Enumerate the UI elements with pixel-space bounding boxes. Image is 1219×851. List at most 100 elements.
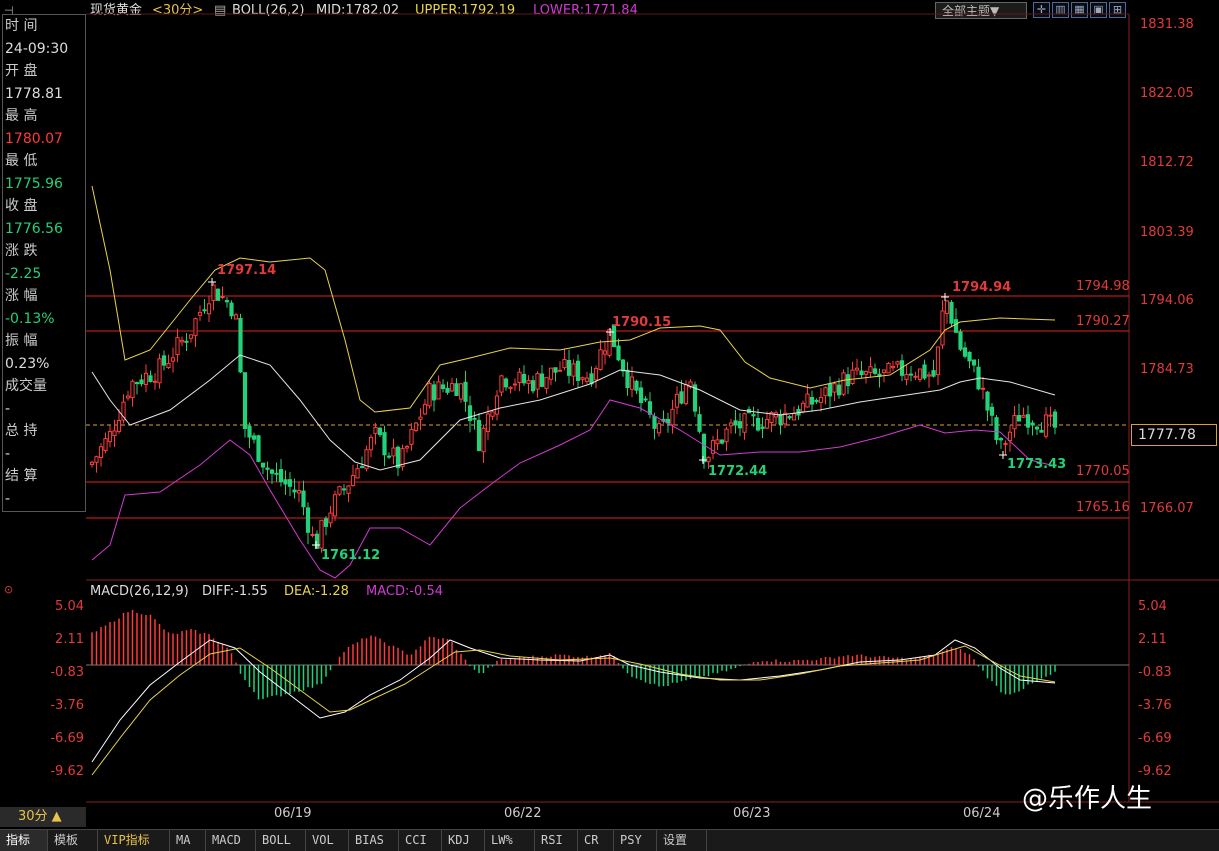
candle-body — [958, 331, 963, 350]
candle-body — [913, 375, 918, 378]
candle-body — [742, 413, 747, 433]
candle-body — [886, 362, 891, 374]
candle-body — [724, 428, 729, 443]
tab-vol[interactable]: VOL — [306, 830, 349, 851]
candle-body — [467, 405, 473, 422]
candle-body — [296, 490, 302, 494]
candle-body — [508, 386, 513, 389]
tab-boll[interactable]: BOLL — [256, 830, 306, 851]
candle-body — [571, 363, 576, 377]
candle-body — [805, 393, 810, 408]
candle-body — [832, 383, 837, 393]
kline-chart[interactable] — [0, 0, 1219, 850]
macd-tick: 2.11 — [1138, 632, 1167, 647]
tab-bias[interactable]: BIAS — [349, 830, 399, 851]
candle-body — [188, 334, 194, 339]
candle-body — [980, 387, 986, 390]
candle-body — [827, 383, 833, 397]
candle-body — [697, 414, 702, 432]
candle-body — [674, 393, 680, 408]
candle-body — [634, 380, 639, 391]
candle-body — [629, 376, 635, 390]
candle-body — [476, 419, 482, 452]
candle-body — [472, 417, 477, 420]
candle-body — [854, 367, 860, 371]
candle-body — [778, 414, 783, 425]
candle-body — [962, 347, 968, 357]
tab-indicators[interactable]: 指标 — [0, 830, 48, 851]
price-tick: 1831.38 — [1140, 17, 1194, 32]
tab-macd[interactable]: MACD — [206, 830, 256, 851]
macd-tick: -0.83 — [50, 665, 84, 680]
macd-tick: -3.76 — [1138, 698, 1172, 713]
candle-body — [184, 340, 189, 343]
period-selector[interactable]: 30分 ▲ — [0, 807, 86, 827]
tab-kdj[interactable]: KDJ — [442, 830, 485, 851]
candle-body — [499, 375, 504, 393]
candle-body — [1039, 429, 1044, 433]
quote-info-panel: 时 间 24-09:30 开 盘 1778.81 最 高 1780.07 最 低… — [2, 14, 86, 512]
candle-body — [517, 371, 522, 383]
indicator-tab-bar: 指标 模板 VIP指标 MA MACD BOLL VOL BIAS CCI KD… — [0, 829, 1219, 851]
price-tick: 1766.07 — [1140, 501, 1194, 516]
candle-body — [116, 419, 122, 432]
price-tick: 1794.06 — [1140, 293, 1194, 308]
peak-annotation: 1794.94 — [952, 280, 1012, 295]
candle-body — [530, 380, 536, 392]
change-value: -2.25 — [5, 265, 42, 282]
candle-body — [233, 314, 239, 320]
macd-title: MACD(26,12,9) — [90, 584, 189, 599]
candle-body — [737, 421, 743, 429]
price-tick: 1812.72 — [1140, 155, 1194, 170]
candle-body — [395, 446, 401, 469]
candle-body — [953, 319, 959, 333]
tab-cr[interactable]: CR — [578, 830, 614, 851]
candle-body — [346, 485, 351, 494]
macd-tick: -9.62 — [50, 764, 84, 779]
change-pct-label: 涨 幅 — [5, 288, 38, 304]
open-label: 开 盘 — [5, 63, 38, 79]
watermark: @乐作人生 — [1022, 784, 1153, 814]
candle-body — [265, 467, 270, 470]
tab-psy[interactable]: PSY — [614, 830, 657, 851]
candle-body — [989, 406, 995, 416]
candle-body — [152, 380, 158, 383]
candle-body — [836, 384, 842, 396]
candle-body — [305, 507, 311, 533]
candle-body — [89, 461, 95, 466]
candle-body — [220, 296, 225, 299]
tab-ma[interactable]: MA — [170, 830, 206, 851]
candle-body — [706, 456, 711, 463]
trough-annotation: 1761.12 — [321, 548, 381, 563]
tab-templates[interactable]: 模板 — [48, 830, 98, 851]
candle-body — [130, 380, 135, 399]
tab-rsi[interactable]: RSI — [535, 830, 578, 851]
macd-settings-icon[interactable]: ⊙ — [4, 583, 13, 596]
candle-body — [863, 371, 869, 375]
settle-value: - — [5, 490, 11, 507]
candle-body — [940, 310, 945, 346]
high-label: 最 高 — [5, 108, 38, 124]
candle-body — [985, 391, 990, 411]
tab-vip-indicators[interactable]: VIP指标 — [98, 830, 170, 851]
tab-settings[interactable]: 设置 — [657, 830, 707, 851]
candle-body — [625, 369, 630, 389]
candle-body — [193, 318, 198, 336]
candle-body — [679, 391, 684, 404]
candle-body — [814, 399, 819, 403]
boll-lower-line — [91, 399, 1056, 579]
candle-body — [616, 345, 621, 361]
macd-diff: DIFF:-1.55 — [202, 584, 268, 599]
candle-body — [454, 383, 459, 397]
candle-body — [643, 398, 648, 401]
tab-cci[interactable]: CCI — [399, 830, 442, 851]
macd-value: MACD:-0.54 — [366, 584, 443, 599]
tab-lw[interactable]: LW% — [485, 830, 535, 851]
high-value: 1780.07 — [5, 130, 63, 147]
macd-tick: -6.69 — [50, 731, 84, 746]
candle-body — [143, 372, 149, 386]
candle-body — [620, 359, 626, 372]
hold-value: - — [5, 445, 11, 462]
candle-body — [755, 417, 761, 431]
candle-body — [139, 379, 144, 385]
